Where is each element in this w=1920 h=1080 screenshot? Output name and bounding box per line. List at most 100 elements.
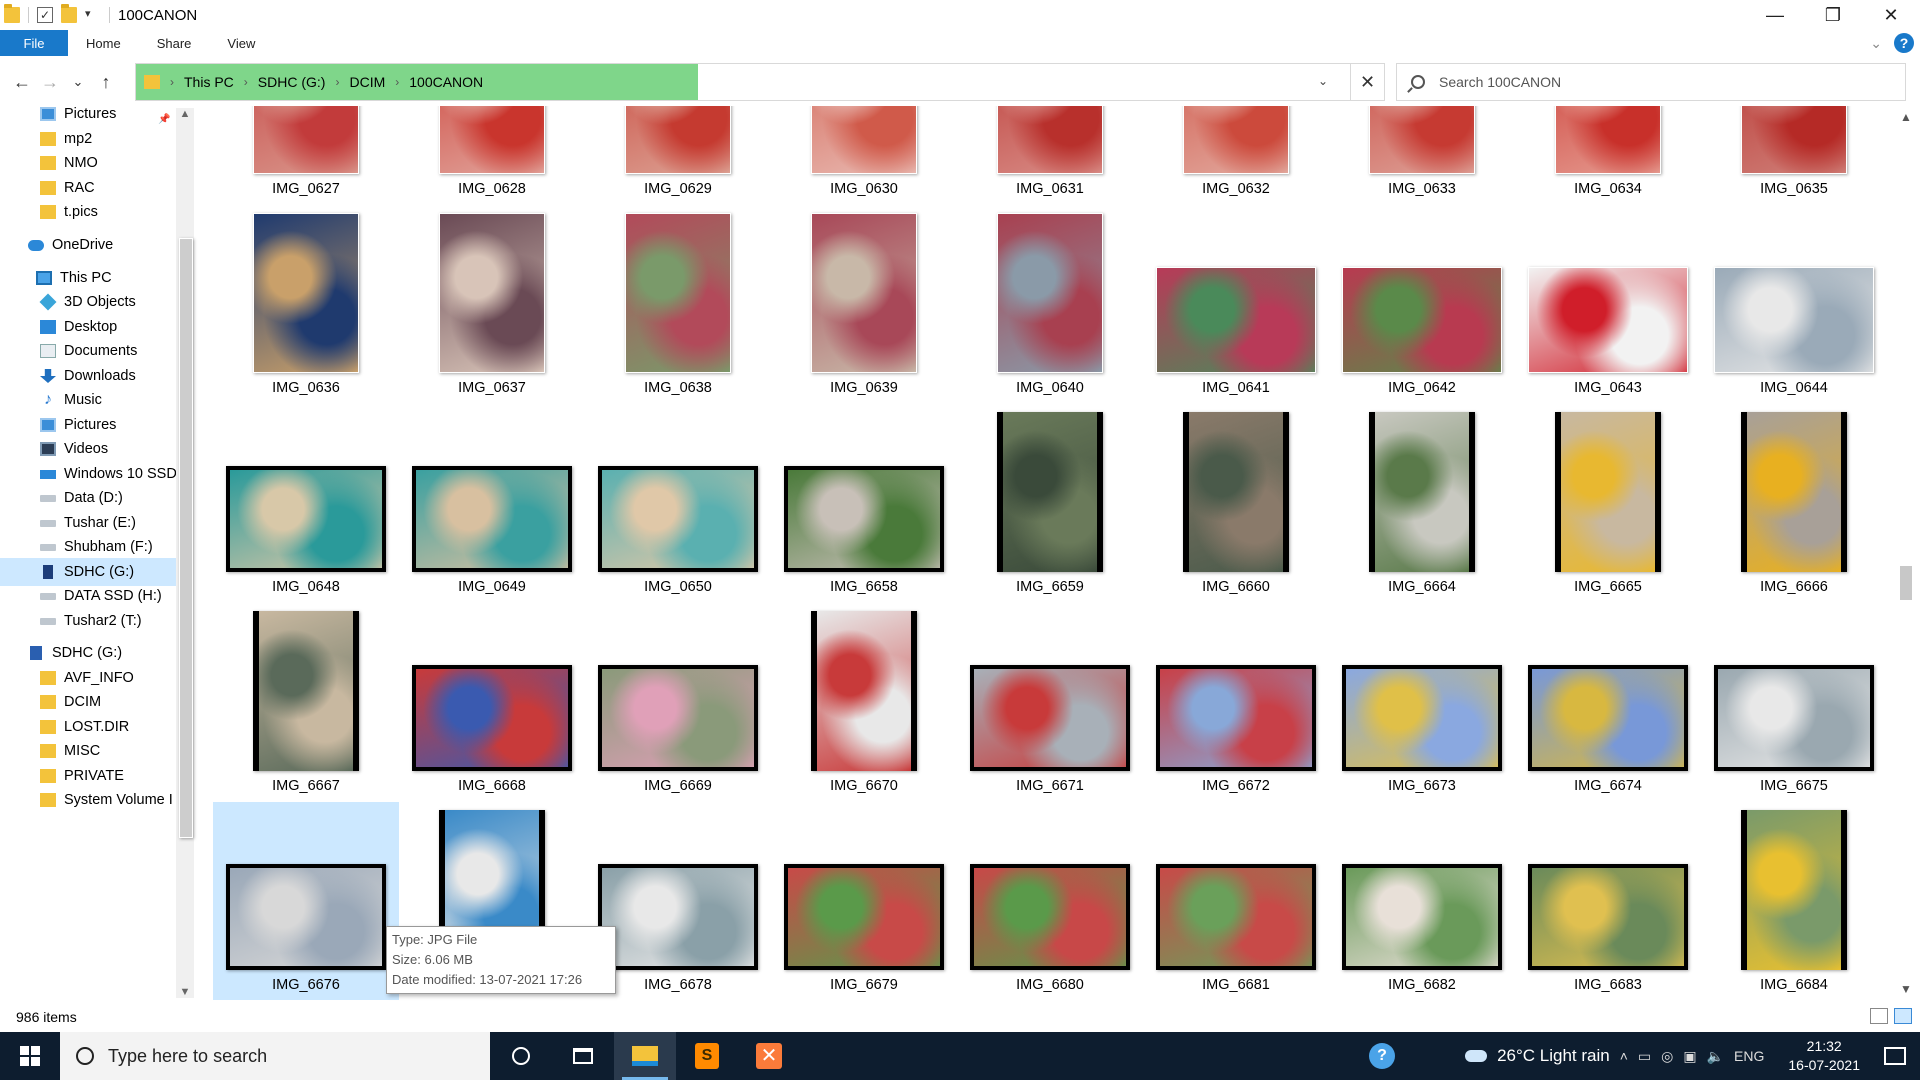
sidebar-item-t-pics[interactable]: t.pics	[40, 198, 98, 226]
taskbar-search[interactable]: Type here to search	[60, 1032, 490, 1080]
scrollbar-thumb[interactable]	[1900, 566, 1912, 600]
file-item[interactable]: IMG_0641	[1143, 205, 1329, 405]
file-item[interactable]: IMG_6665	[1515, 404, 1701, 604]
sidebar-item-onedrive[interactable]: OneDrive	[28, 231, 113, 259]
file-item[interactable]: IMG_6664	[1329, 404, 1515, 604]
breadcrumb-dcim[interactable]: DCIM	[349, 74, 385, 90]
sidebar-item-nmo[interactable]: NMO	[40, 149, 98, 177]
breadcrumb-sdhc[interactable]: SDHC (G:)	[258, 74, 326, 90]
sublime-text-button[interactable]: S	[676, 1032, 738, 1080]
file-item[interactable]: IMG_6669	[585, 603, 771, 803]
sidebar-item-videos[interactable]: Videos	[40, 435, 108, 463]
file-explorer-button[interactable]	[614, 1032, 676, 1080]
clock[interactable]: 21:32 16-07-2021	[1788, 1037, 1860, 1075]
file-item[interactable]: IMG_0632	[1143, 106, 1329, 206]
scroll-up-icon[interactable]: ▲	[1896, 110, 1916, 124]
address-dropdown-icon[interactable]: ⌄	[1318, 74, 1328, 88]
sidebar-item-sdhc-g[interactable]: SDHC (G:)	[28, 639, 122, 667]
file-item[interactable]: IMG_6683	[1515, 802, 1701, 1000]
search-input[interactable]: Search 100CANON	[1396, 63, 1906, 101]
sidebar-item-music[interactable]: ♪ Music	[40, 386, 102, 414]
scrollbar-thumb[interactable]	[179, 238, 193, 838]
scroll-up-icon[interactable]: ▲	[176, 108, 194, 120]
up-arrow-icon[interactable]: ↑	[92, 72, 120, 93]
file-item[interactable]: IMG_0637	[399, 205, 585, 405]
file-item[interactable]: IMG_0633	[1329, 106, 1515, 206]
file-item[interactable]: IMG_6676	[213, 802, 399, 1000]
weather-text[interactable]: 26°C Light rain	[1497, 1046, 1610, 1066]
file-item[interactable]: IMG_6658	[771, 404, 957, 604]
file-item[interactable]: IMG_6659	[957, 404, 1143, 604]
file-item[interactable]: IMG_6680	[957, 802, 1143, 1000]
file-item[interactable]: IMG_6684	[1701, 802, 1887, 1000]
tab-file[interactable]: File	[0, 30, 68, 56]
navigation-scrollbar[interactable]: ▲ ▼	[176, 108, 194, 998]
battery-icon[interactable]: ▭	[1638, 1048, 1651, 1065]
help-icon[interactable]: ?	[1894, 33, 1914, 53]
maximize-button[interactable]: ❐	[1804, 0, 1862, 30]
sidebar-item-data-ssd-h[interactable]: DATA SSD (H:)	[40, 582, 162, 610]
volume-icon[interactable]: 🔈	[1707, 1048, 1724, 1065]
forward-arrow-icon[interactable]: →	[36, 72, 64, 93]
xampp-button[interactable]: ✕	[738, 1032, 800, 1080]
back-arrow-icon[interactable]: ←	[8, 72, 36, 93]
tab-view[interactable]: View	[209, 30, 273, 56]
notifications-icon[interactable]	[1884, 1047, 1906, 1065]
file-item[interactable]: IMG_0639	[771, 205, 957, 405]
file-item[interactable]: IMG_6667	[213, 603, 399, 803]
sidebar-item-documents[interactable]: Documents	[40, 337, 137, 365]
file-item[interactable]: IMG_6675	[1701, 603, 1887, 803]
minimize-button[interactable]: —	[1746, 0, 1804, 30]
chevron-right-icon[interactable]: ›	[244, 75, 248, 89]
file-item[interactable]: IMG_6674	[1515, 603, 1701, 803]
file-item[interactable]: IMG_0638	[585, 205, 771, 405]
file-item[interactable]: IMG_0636	[213, 205, 399, 405]
network-icon[interactable]: ▣	[1683, 1048, 1696, 1065]
file-item[interactable]: IMG_0649	[399, 404, 585, 604]
file-item[interactable]: IMG_0627	[213, 106, 399, 206]
file-item[interactable]: IMG_0642	[1329, 205, 1515, 405]
file-item[interactable]: IMG_0648	[213, 404, 399, 604]
globe-icon[interactable]: ◎	[1661, 1048, 1673, 1065]
details-view-icon[interactable]	[1870, 1008, 1888, 1024]
sidebar-item-tushar2-t[interactable]: Tushar2 (T:)	[40, 607, 142, 635]
file-item[interactable]: IMG_0643	[1515, 205, 1701, 405]
sidebar-item-dcim[interactable]: DCIM	[40, 688, 101, 716]
file-item[interactable]: IMG_6673	[1329, 603, 1515, 803]
sidebar-item-system-volume-i[interactable]: System Volume I	[40, 786, 173, 814]
file-item[interactable]: IMG_0631	[957, 106, 1143, 206]
tab-share[interactable]: Share	[139, 30, 210, 56]
sidebar-item-data-d[interactable]: Data (D:)	[40, 484, 123, 512]
large-icons-view-icon[interactable]	[1894, 1008, 1912, 1024]
file-item[interactable]: IMG_6672	[1143, 603, 1329, 803]
stop-loading-button[interactable]: ✕	[1350, 64, 1384, 100]
start-button[interactable]	[0, 1032, 60, 1080]
help-icon[interactable]: ?	[1369, 1043, 1396, 1069]
file-item[interactable]: IMG_0650	[585, 404, 771, 604]
task-view-button[interactable]	[552, 1032, 614, 1080]
file-item[interactable]: IMG_6679	[771, 802, 957, 1000]
file-item[interactable]: IMG_0635	[1701, 106, 1887, 206]
recent-locations-icon[interactable]: ⌄	[64, 74, 92, 90]
expand-ribbon-icon[interactable]: ⌄	[1870, 35, 1882, 52]
new-folder-icon[interactable]	[61, 4, 77, 23]
file-item[interactable]: IMG_0628	[399, 106, 585, 206]
file-item[interactable]: IMG_0634	[1515, 106, 1701, 206]
breadcrumb-100canon[interactable]: 100CANON	[409, 74, 483, 90]
address-bar[interactable]: › This PC › SDHC (G:) › DCIM › 100CANON …	[135, 63, 1385, 101]
chevron-right-icon[interactable]: ›	[395, 75, 399, 89]
sidebar-item-misc[interactable]: MISC	[40, 737, 100, 765]
cortana-button[interactable]	[490, 1032, 552, 1080]
file-item[interactable]: IMG_6671	[957, 603, 1143, 803]
sidebar-item-3d-objects[interactable]: 3D Objects	[39, 288, 136, 316]
file-item[interactable]: IMG_0629	[585, 106, 771, 206]
file-item[interactable]: IMG_0644	[1701, 205, 1887, 405]
tab-home[interactable]: Home	[68, 30, 139, 56]
file-item[interactable]: IMG_6666	[1701, 404, 1887, 604]
language-indicator[interactable]: ENG	[1734, 1048, 1764, 1064]
file-item[interactable]: IMG_6670	[771, 603, 957, 803]
properties-icon[interactable]: ✓	[37, 7, 53, 23]
file-item[interactable]: IMG_6668	[399, 603, 585, 803]
file-item[interactable]: IMG_6682	[1329, 802, 1515, 1000]
file-item[interactable]: IMG_6660	[1143, 404, 1329, 604]
